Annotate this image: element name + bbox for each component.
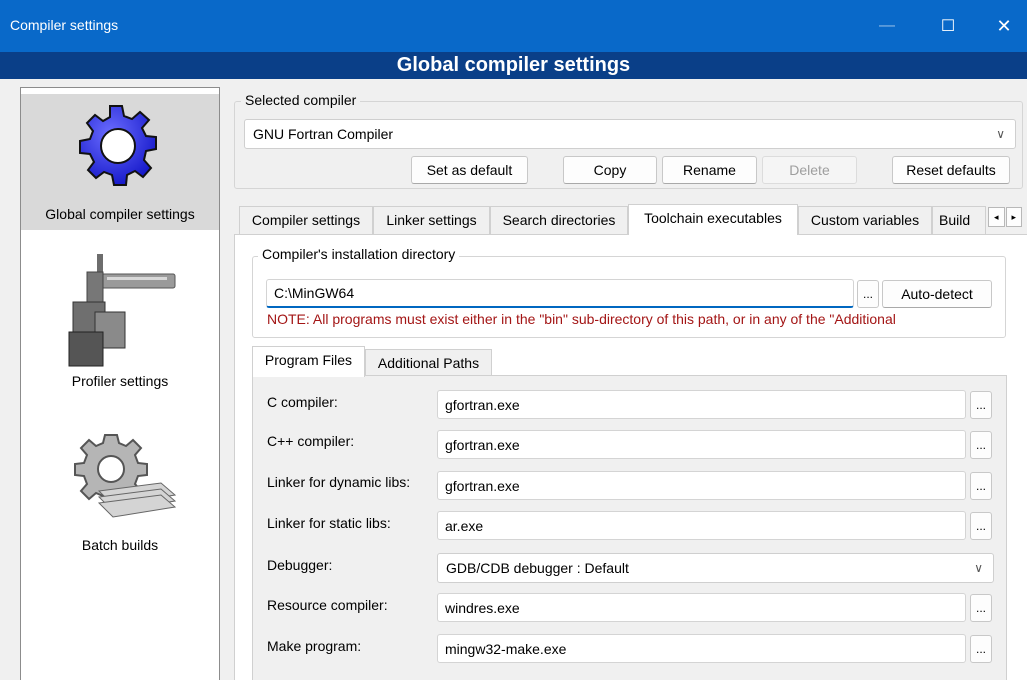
debugger-select[interactable]: GDB/CDB debugger : Default ∨ (437, 553, 994, 583)
sidebar-item-label: Global compiler settings (45, 206, 195, 222)
copy-button[interactable]: Copy (563, 156, 657, 184)
make-program-label: Make program: (267, 638, 362, 654)
cpp-compiler-input[interactable] (437, 430, 966, 459)
make-program-input[interactable] (437, 634, 966, 663)
c-compiler-field[interactable] (438, 391, 965, 418)
resource-compiler-input[interactable] (437, 593, 966, 622)
minimize-button[interactable]: — (864, 0, 910, 52)
page-header: Global compiler settings (0, 52, 1027, 79)
chevron-down-icon: ∨ (974, 561, 983, 575)
compiler-select[interactable]: GNU Fortran Compiler ∨ (244, 119, 1016, 149)
tab-build[interactable]: Build (932, 206, 986, 234)
dynamic-linker-browse-button[interactable]: ... (970, 472, 992, 500)
static-linker-input[interactable] (437, 511, 966, 540)
selected-compiler-title: Selected compiler (241, 92, 361, 108)
sidebar-item-batch-builds[interactable]: Batch builds (21, 433, 219, 558)
title-bar: Compiler settings — ☐ ✕ (0, 0, 1027, 52)
reset-defaults-button[interactable]: Reset defaults (892, 156, 1010, 184)
maximize-icon: ☐ (940, 18, 956, 35)
dynamic-linker-field[interactable] (438, 472, 965, 499)
set-as-default-button[interactable]: Set as default (411, 156, 528, 184)
tab-linker-settings[interactable]: Linker settings (373, 206, 490, 234)
delete-button[interactable]: Delete (762, 156, 857, 184)
install-dir-field[interactable] (267, 280, 853, 306)
scroll-left-icon[interactable]: ◂ (988, 207, 1005, 227)
install-dir-title: Compiler's installation directory (258, 246, 460, 262)
c-compiler-input[interactable] (437, 390, 966, 419)
static-linker-browse-button[interactable]: ... (970, 512, 992, 540)
tab-compiler-settings[interactable]: Compiler settings (239, 206, 373, 234)
dynamic-linker-label: Linker for dynamic libs: (267, 474, 411, 490)
close-button[interactable]: ✕ (981, 0, 1027, 52)
sidebar-item-label: Batch builds (81, 537, 159, 553)
chevron-down-icon: ∨ (996, 127, 1005, 141)
maximize-button[interactable]: ☐ (925, 0, 971, 52)
tab-toolchain-executables[interactable]: Toolchain executables (628, 204, 798, 235)
tab-custom-variables[interactable]: Custom variables (798, 206, 932, 234)
scroll-right-icon[interactable]: ▸ (1005, 207, 1022, 227)
install-dir-browse-button[interactable]: ... (857, 280, 879, 308)
cpp-compiler-field[interactable] (438, 431, 965, 458)
sidebar-item-profiler-settings[interactable]: Profiler settings (21, 248, 219, 398)
make-program-field[interactable] (438, 635, 965, 662)
cpp-compiler-label: C++ compiler: (267, 433, 355, 449)
install-dir-note: NOTE: All programs must exist either in … (267, 311, 896, 327)
sidebar-item-global-compiler-settings[interactable]: Global compiler settings (21, 94, 219, 230)
dynamic-linker-input[interactable] (437, 471, 966, 500)
compiler-select-value: GNU Fortran Compiler (253, 126, 394, 142)
gear-icon (79, 105, 157, 186)
resource-compiler-field[interactable] (438, 594, 965, 621)
caliper-icon (68, 254, 176, 367)
sidebar: Global compiler settings Profiler settin… (20, 87, 220, 680)
make-program-browse-button[interactable]: ... (970, 635, 992, 663)
auto-detect-button[interactable]: Auto-detect (882, 280, 992, 308)
resource-compiler-browse-button[interactable]: ... (970, 594, 992, 622)
static-linker-field[interactable] (438, 512, 965, 539)
tab-additional-paths[interactable]: Additional Paths (365, 349, 492, 377)
window-title: Compiler settings (10, 17, 119, 33)
minimize-icon: — (879, 17, 895, 34)
close-icon: ✕ (996, 15, 1012, 36)
debugger-select-value: GDB/CDB debugger : Default (446, 560, 629, 576)
cpp-compiler-browse-button[interactable]: ... (970, 431, 992, 459)
tab-search-directories[interactable]: Search directories (490, 206, 628, 234)
tab-scroll-arrows: ◂ ▸ (988, 207, 1022, 227)
static-linker-label: Linker for static libs: (267, 515, 391, 531)
rename-button[interactable]: Rename (662, 156, 757, 184)
sidebar-item-label: Profiler settings (71, 373, 169, 389)
tab-program-files[interactable]: Program Files (252, 346, 365, 377)
c-compiler-browse-button[interactable]: ... (970, 391, 992, 419)
debugger-label: Debugger: (267, 557, 333, 573)
c-compiler-label: C compiler: (267, 394, 338, 410)
gear-stack-icon (74, 434, 177, 518)
resource-compiler-label: Resource compiler: (267, 597, 388, 613)
install-dir-input[interactable] (266, 279, 854, 308)
